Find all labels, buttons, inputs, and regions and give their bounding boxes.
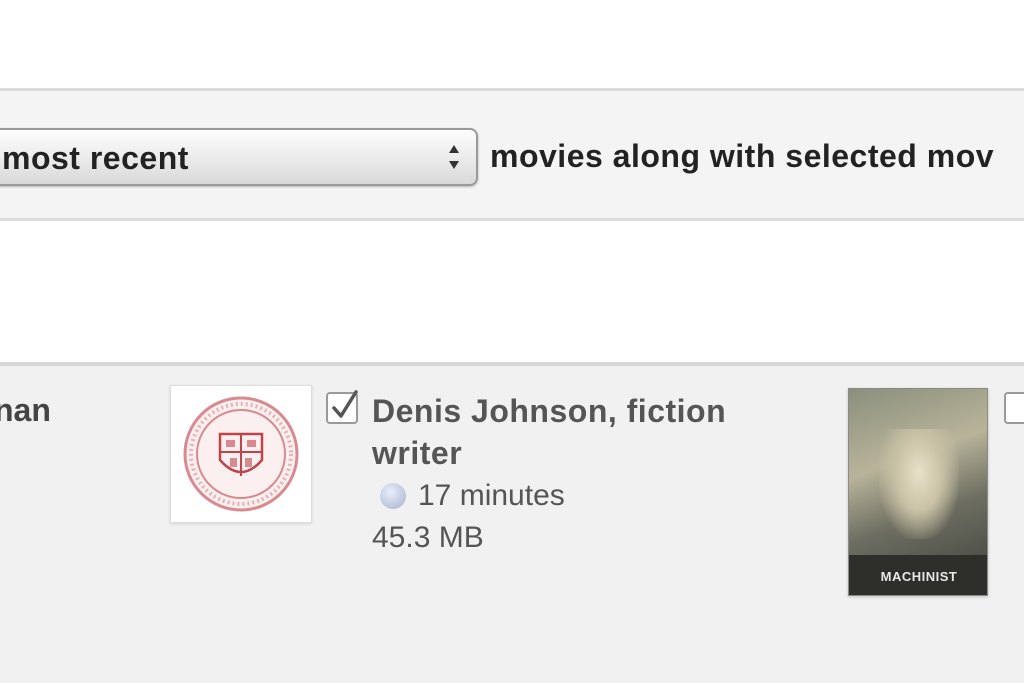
top-blank-area: [0, 0, 1024, 88]
poster-figure: [879, 429, 959, 539]
movie-poster-thumbnail[interactable]: MACHINIST: [848, 388, 988, 596]
sync-count-popup-value: most recent: [2, 140, 189, 176]
up-down-arrows-icon: [446, 142, 462, 172]
checkmark-icon: [332, 390, 358, 418]
status-dot-icon: [380, 483, 406, 509]
sync-checkbox[interactable]: [326, 390, 358, 424]
university-seal-icon: [183, 396, 299, 512]
poster-title: MACHINIST: [880, 569, 958, 584]
sync-description-text: movies along with selected mov: [490, 138, 995, 174]
movie-file-size: 45.3 MB: [372, 521, 484, 554]
sync-checkbox[interactable]: [1004, 392, 1024, 424]
movies-sync-pane: most recent movies along with selected m…: [0, 0, 1024, 683]
movie-title: Denis Johnson, fiction writer: [372, 393, 727, 471]
movie-thumbnail[interactable]: [170, 385, 312, 523]
movie-duration-text: 17 minutes: [418, 479, 565, 512]
blank-area: [0, 221, 1024, 362]
sync-count-popup[interactable]: most recent: [0, 128, 478, 186]
previous-item-title: nan: [0, 392, 51, 428]
movie-duration: 17 minutes: [380, 478, 565, 514]
